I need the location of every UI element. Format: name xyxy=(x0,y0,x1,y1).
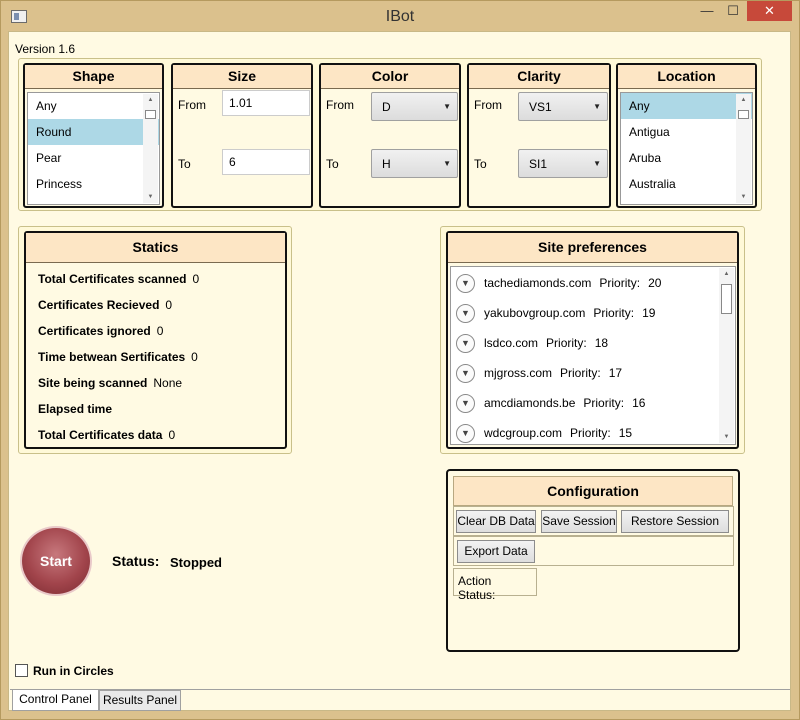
location-item-selected[interactable]: Any xyxy=(621,93,752,119)
dropdown-arrow-icon: ▼ xyxy=(443,102,451,111)
site-preferences-panel: Site preferences ▼ tachediamonds.com Prior… xyxy=(446,231,739,449)
scroll-down-icon[interactable]: ▼ xyxy=(719,431,734,443)
clarity-header: Clarity xyxy=(469,65,609,89)
clear-db-button[interactable]: Clear DB Data xyxy=(456,510,536,533)
site-item[interactable]: ▼ yakubovgroup.com Priority: 19 xyxy=(456,302,655,324)
tab-control-panel[interactable]: Control Panel xyxy=(12,690,99,711)
export-data-button[interactable]: Export Data xyxy=(457,540,535,563)
expand-chevron-icon[interactable]: ▼ xyxy=(456,363,475,383)
site-item[interactable]: ▼ lsdco.com Priority: 18 xyxy=(456,332,608,354)
dropdown-arrow-icon: ▼ xyxy=(593,102,601,111)
site-list-scrollbar[interactable]: ▲ ▼ xyxy=(719,268,734,443)
scroll-thumb[interactable] xyxy=(721,284,732,314)
site-item[interactable]: ▼ tachediamonds.com Priority: 20 xyxy=(456,272,661,294)
shape-panel: Shape Any Round Pear Princess ▲ ▼ xyxy=(23,63,164,208)
scroll-thumb[interactable] xyxy=(145,110,156,119)
site-preferences-header: Site preferences xyxy=(448,233,737,263)
color-from-select[interactable]: D ▼ xyxy=(371,92,458,121)
scroll-down-icon[interactable]: ▼ xyxy=(143,191,158,203)
stat-total-scanned: Total Certificates scanned 0 xyxy=(38,272,200,286)
location-panel: Location Any Antigua Aruba Australia ▲ ▼ xyxy=(616,63,757,208)
version-label: Version 1.6 xyxy=(15,42,76,56)
clarity-to-label: To xyxy=(474,157,487,171)
tab-results-panel[interactable]: Results Panel xyxy=(99,690,181,711)
size-panel: Size From To xyxy=(171,63,313,208)
clarity-from-label: From xyxy=(474,98,502,112)
expand-chevron-icon[interactable]: ▼ xyxy=(456,273,475,293)
shape-scrollbar[interactable]: ▲ ▼ xyxy=(143,94,158,203)
clarity-from-select[interactable]: VS1 ▼ xyxy=(518,92,608,121)
scroll-down-icon[interactable]: ▼ xyxy=(736,191,751,203)
stat-received: Certificates Recieved 0 xyxy=(38,298,173,312)
color-to-label: To xyxy=(326,157,339,171)
dropdown-arrow-icon: ▼ xyxy=(593,159,601,168)
site-item[interactable]: ▼ wdcgroup.com Priority: 15 xyxy=(456,422,632,444)
scroll-thumb[interactable] xyxy=(738,110,749,119)
color-to-value: H xyxy=(382,157,391,171)
configuration-header: Configuration xyxy=(453,476,733,506)
title-bar[interactable]: IBot — ☐ ✕ xyxy=(0,0,800,30)
dropdown-arrow-icon: ▼ xyxy=(443,159,451,168)
size-to-label: To xyxy=(178,157,191,171)
statics-panel: Statics Total Certificates scanned 0 Cert… xyxy=(24,231,287,449)
color-header: Color xyxy=(321,65,459,89)
shape-item[interactable]: Princess xyxy=(28,171,159,197)
stat-site-scanned: Site being scanned None xyxy=(38,376,183,390)
color-from-value: D xyxy=(382,100,391,114)
expand-chevron-icon[interactable]: ▼ xyxy=(456,423,475,443)
stat-ignored: Certificates ignored 0 xyxy=(38,324,164,338)
stat-total-data: Total Certificates data 0 xyxy=(38,428,176,442)
location-item[interactable]: Antigua xyxy=(621,119,752,145)
configuration-panel: Configuration Clear DB Data Save Session… xyxy=(446,469,740,652)
size-from-input[interactable] xyxy=(222,90,310,116)
status-label: Status: xyxy=(112,553,160,569)
restore-session-button[interactable]: Restore Session xyxy=(621,510,729,533)
expand-chevron-icon[interactable]: ▼ xyxy=(456,393,475,413)
site-item[interactable]: ▼ mjgross.com Priority: 17 xyxy=(456,362,622,384)
statics-header: Statics xyxy=(26,233,285,263)
color-from-label: From xyxy=(326,98,354,112)
size-from-label: From xyxy=(178,98,206,112)
action-status-label: Action Status: xyxy=(453,568,537,602)
location-header: Location xyxy=(618,65,755,89)
window-title: IBot xyxy=(385,8,415,25)
start-button[interactable]: Start xyxy=(20,526,92,596)
location-item[interactable]: Aruba xyxy=(621,145,752,171)
expand-chevron-icon[interactable]: ▼ xyxy=(456,333,475,353)
status-value: Stopped xyxy=(170,555,222,570)
size-header: Size xyxy=(173,65,311,89)
clarity-panel: Clarity From VS1 ▼ To SI1 ▼ xyxy=(467,63,611,208)
close-button[interactable]: ✕ xyxy=(747,1,792,21)
clarity-to-value: SI1 xyxy=(529,157,548,171)
clarity-to-select[interactable]: SI1 ▼ xyxy=(518,149,608,178)
shape-item-selected[interactable]: Round xyxy=(28,119,159,145)
location-item[interactable]: Australia xyxy=(621,171,752,197)
expand-chevron-icon[interactable]: ▼ xyxy=(456,303,475,323)
clarity-from-value: VS1 xyxy=(529,100,552,114)
run-in-circles-checkbox[interactable] xyxy=(15,664,28,677)
minimize-button[interactable]: — xyxy=(694,1,720,21)
shape-item[interactable]: Any xyxy=(28,93,159,119)
scroll-up-icon[interactable]: ▲ xyxy=(719,268,734,280)
run-in-circles-label[interactable]: Run in Circles xyxy=(33,664,114,678)
scroll-up-icon[interactable]: ▲ xyxy=(736,94,751,106)
shape-listbox[interactable]: Any Round Pear Princess ▲ ▼ xyxy=(27,92,160,205)
location-scrollbar[interactable]: ▲ ▼ xyxy=(736,94,751,203)
size-to-input[interactable] xyxy=(222,149,310,175)
stat-elapsed-time: Elapsed time xyxy=(38,402,113,416)
color-to-select[interactable]: H ▼ xyxy=(371,149,458,178)
site-list[interactable]: ▼ tachediamonds.com Priority: 20 ▼ yakubovgr… xyxy=(450,266,736,445)
maximize-button[interactable]: ☐ xyxy=(720,1,746,21)
location-listbox[interactable]: Any Antigua Aruba Australia ▲ ▼ xyxy=(620,92,753,205)
shape-header: Shape xyxy=(25,65,162,89)
scroll-up-icon[interactable]: ▲ xyxy=(143,94,158,106)
site-item[interactable]: ▼ amcdiamonds.be Priority: 16 xyxy=(456,392,645,414)
stat-time-between: Time betwean Sertificates 0 xyxy=(38,350,198,364)
color-panel: Color From D ▼ To H ▼ xyxy=(319,63,461,208)
save-session-button[interactable]: Save Session xyxy=(541,510,617,533)
shape-item[interactable]: Pear xyxy=(28,145,159,171)
